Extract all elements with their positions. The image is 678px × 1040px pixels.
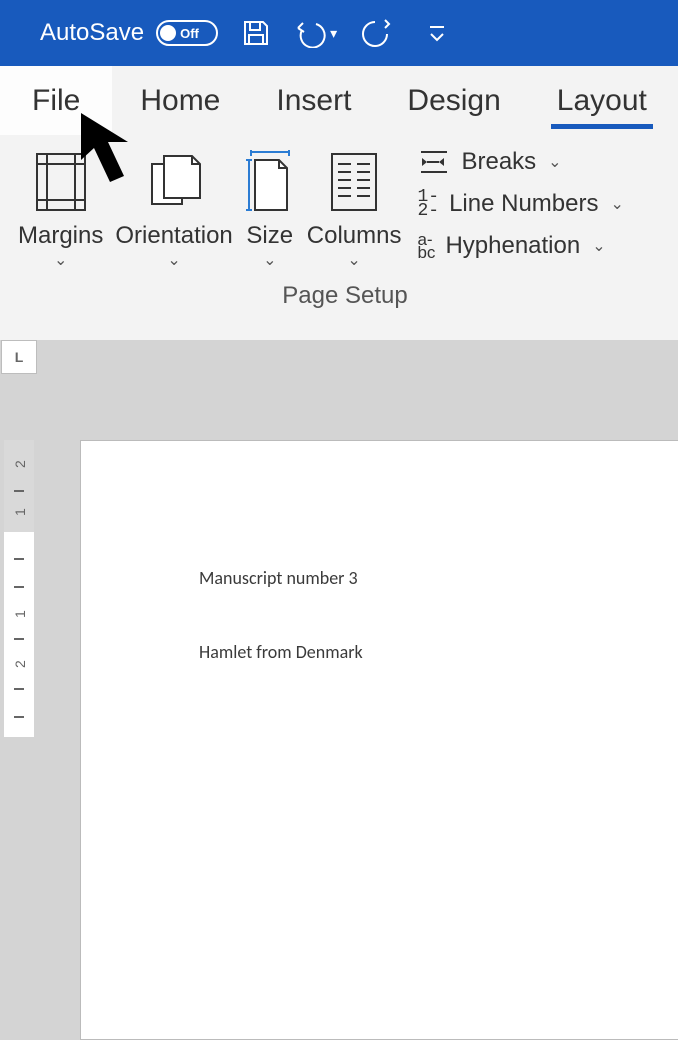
ruler-margin-shade xyxy=(4,440,34,532)
document-line[interactable]: Manuscript number 3 xyxy=(199,567,358,589)
margins-icon xyxy=(33,146,89,218)
tab-design[interactable]: Design xyxy=(379,66,528,135)
redo-button[interactable] xyxy=(359,18,391,48)
orientation-icon xyxy=(144,146,204,218)
vertical-ruler[interactable]: 2 1 1 2 xyxy=(4,440,34,737)
chevron-down-icon: ⌄ xyxy=(610,194,623,214)
document-page[interactable]: Manuscript number 3 Hamlet from Denmark xyxy=(80,440,678,1040)
chevron-down-icon: ⌄ xyxy=(263,250,276,270)
line-numbers-button[interactable]: 1-2- Line Numbers ⌄ xyxy=(417,190,623,218)
chevron-down-icon: ⌄ xyxy=(548,152,561,172)
columns-icon xyxy=(328,146,380,218)
undo-dropdown-icon[interactable]: ▾ xyxy=(330,25,337,42)
tab-home[interactable]: Home xyxy=(112,66,248,135)
undo-button[interactable]: ▾ xyxy=(294,18,337,48)
ribbon-group-label: Page Setup xyxy=(12,270,678,320)
size-icon xyxy=(245,146,295,218)
ruler-corner[interactable]: L xyxy=(1,340,37,374)
autosave-label: AutoSave xyxy=(40,19,144,47)
customize-qat-button[interactable] xyxy=(427,22,447,44)
document-line[interactable]: Hamlet from Denmark xyxy=(199,641,363,663)
chevron-down-icon: ⌄ xyxy=(592,236,605,256)
size-button[interactable]: Size ⌄ xyxy=(239,142,301,270)
chevron-down-icon: ⌄ xyxy=(167,250,180,270)
ribbon-row: Margins ⌄ Orientation ⌄ xyxy=(12,142,678,270)
line-numbers-icon: 1-2- xyxy=(417,190,439,218)
chevron-down-icon: ⌄ xyxy=(347,250,360,270)
page-setup-small-group: Breaks ⌄ 1-2- Line Numbers ⌄ a-bc Hyphen… xyxy=(407,142,627,270)
tab-insert[interactable]: Insert xyxy=(248,66,379,135)
document-area: Manuscript number 3 Hamlet from Denmark xyxy=(40,376,678,737)
autosave-state: Off xyxy=(180,26,199,41)
autosave-switch[interactable]: Off xyxy=(156,20,218,46)
tab-layout[interactable]: Layout xyxy=(529,66,675,135)
columns-button[interactable]: Columns ⌄ xyxy=(301,142,408,270)
save-button[interactable] xyxy=(240,17,272,49)
chevron-down-icon: ⌄ xyxy=(54,250,67,270)
tab-file[interactable]: File xyxy=(0,66,112,135)
autosave-toggle[interactable]: AutoSave Off xyxy=(40,19,218,47)
breaks-button[interactable]: Breaks ⌄ xyxy=(417,148,623,176)
breaks-icon xyxy=(417,148,451,176)
ribbon-layout: Margins ⌄ Orientation ⌄ xyxy=(0,136,678,340)
hyphenation-button[interactable]: a-bc Hyphenation ⌄ xyxy=(417,232,623,260)
title-bar: AutoSave Off ▾ xyxy=(0,0,678,66)
hyphenation-icon: a-bc xyxy=(417,233,435,259)
margins-button[interactable]: Margins ⌄ xyxy=(12,142,109,270)
orientation-button[interactable]: Orientation ⌄ xyxy=(109,142,238,270)
ribbon-tabs: File Home Insert Design Layout xyxy=(0,66,678,136)
toggle-knob-icon xyxy=(160,25,176,41)
